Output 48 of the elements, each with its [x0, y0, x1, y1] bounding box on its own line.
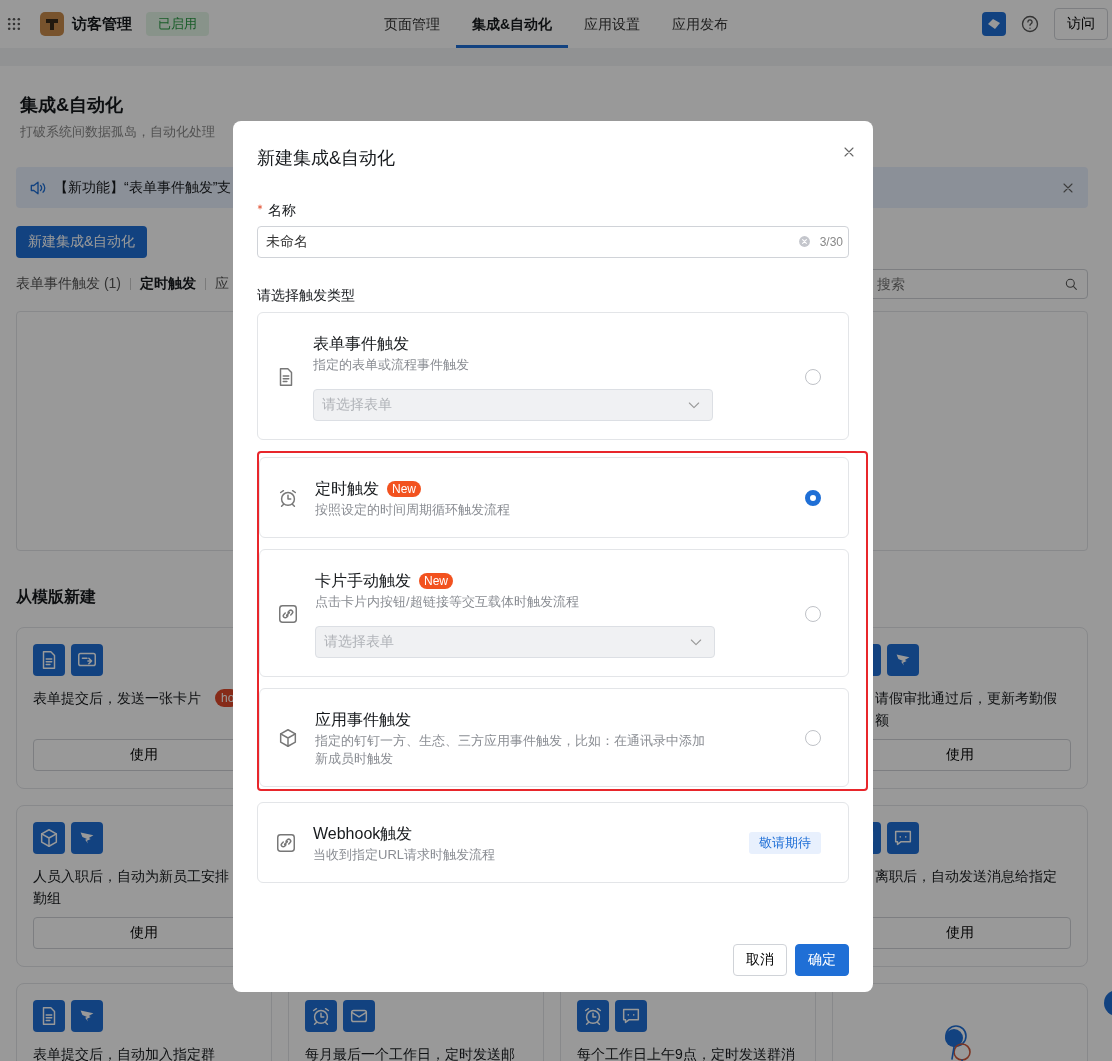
- option-title: 卡片手动触发: [315, 571, 411, 591]
- section-title: 从模版新建: [16, 587, 96, 607]
- select-placeholder: 请选择表单: [324, 633, 394, 651]
- trigger-option-card[interactable]: 定时触发 New 按照设定的时间周期循环触发流程: [259, 457, 849, 538]
- option-title: Webhook触发: [313, 824, 413, 844]
- dialog-title: 新建集成&自动化: [257, 147, 395, 170]
- new-badge: New: [387, 481, 421, 497]
- template-description: 额: [875, 711, 889, 730]
- filter-tab[interactable]: 表单事件触发 (1): [16, 275, 121, 293]
- notice-text: 【新功能】“表单事件触发”支: [54, 178, 232, 197]
- filter-tab[interactable]: 应: [215, 275, 229, 293]
- template-description: 离职后，自动发送消息给指定: [875, 867, 1057, 886]
- trigger-option-card[interactable]: Webhook触发 当收到指定URL请求时触发流程 敬请期待: [257, 802, 849, 883]
- page-subtitle: 打破系统间数据孤岛，自动化处理: [20, 123, 216, 141]
- page-title: 集成&自动化: [20, 94, 124, 117]
- field-label: 名称: [268, 201, 296, 220]
- status-badge: 已启用: [146, 12, 209, 36]
- template-description: 表单提交后，发送一张卡片: [33, 689, 201, 708]
- app-name: 访客管理: [72, 14, 132, 34]
- option-description: 指定的钉钉一方、生态、三方应用事件触发，比如：在通讯录中添加新成员时触发: [315, 732, 706, 768]
- option-description: 当收到指定URL请求时触发流程: [313, 846, 496, 864]
- select-placeholder: 请选择表单: [322, 396, 392, 414]
- option-description: 按照设定的时间周期循环触发流程: [315, 501, 511, 519]
- template-description: 每月最后一个工作日，定时发送邮: [305, 1045, 515, 1061]
- template-description: 勤组: [33, 889, 61, 908]
- new-badge: New: [419, 573, 453, 589]
- nav-tab[interactable]: 页面管理: [368, 0, 456, 48]
- template-description: 表单提交后，自动加入指定群: [33, 1045, 215, 1061]
- nav-tab[interactable]: 应用设置: [568, 0, 657, 48]
- new-automation-button[interactable]: 新建集成&自动化: [16, 226, 148, 258]
- character-counter: 3/30: [819, 234, 843, 250]
- template-description: 每个工作日上午9点，定时发送群消: [577, 1045, 795, 1061]
- option-title: 表单事件触发: [313, 334, 409, 354]
- section-label: 请选择触发类型: [257, 286, 356, 305]
- option-description: 指定的表单或流程事件触发: [313, 356, 470, 374]
- option-description: 点击卡片内按钮/超链接等交互载体时触发流程: [315, 593, 580, 611]
- confirm-button[interactable]: 确定: [795, 944, 849, 976]
- coming-soon-tag: 敬请期待: [749, 832, 821, 854]
- option-title: 定时触发: [315, 479, 379, 499]
- nav-tab[interactable]: 集成&自动化: [456, 0, 569, 48]
- template-description: 请假审批通过后，更新考勤假: [875, 689, 1057, 708]
- visit-button[interactable]: 访问: [1054, 8, 1108, 40]
- template-description: 人员入职后，自动为新员工安排: [33, 867, 229, 886]
- filter-tab[interactable]: 定时触发: [140, 275, 196, 293]
- trigger-option-card[interactable]: 应用事件触发 指定的钉钉一方、生态、三方应用事件触发，比如：在通讯录中添加新成员时触发: [259, 688, 849, 787]
- option-title: 应用事件触发: [315, 710, 411, 730]
- nav-tab[interactable]: 应用发布: [656, 0, 745, 48]
- cancel-button[interactable]: 取消: [733, 944, 787, 976]
